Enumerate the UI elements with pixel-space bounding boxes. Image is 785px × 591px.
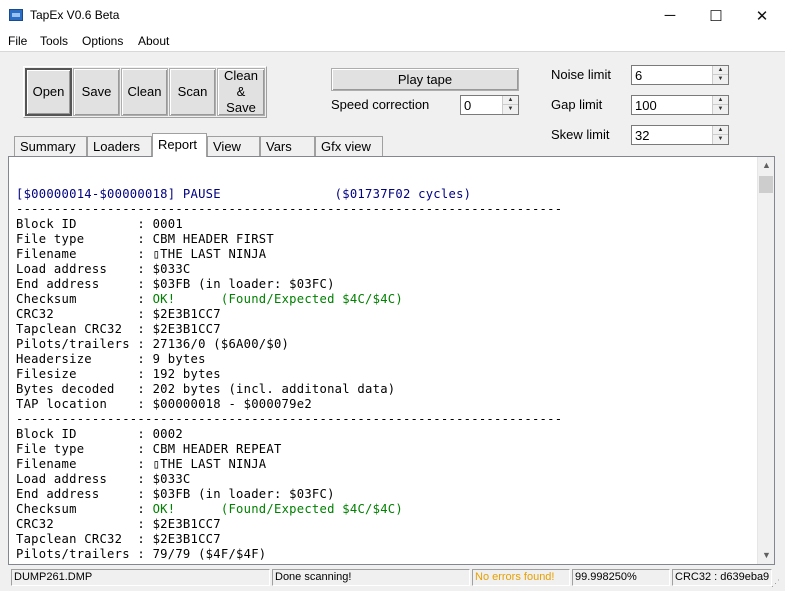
gap-limit-arrows[interactable]: ▲ ▼ — [712, 96, 728, 114]
tab-loaders[interactable]: Loaders — [87, 136, 152, 157]
resize-grip-icon[interactable]: ⋰ — [771, 578, 783, 590]
scroll-down-icon[interactable]: ▼ — [758, 547, 775, 564]
menu-about[interactable]: About — [138, 34, 169, 48]
clean-and-save-label-2: & — [236, 84, 246, 99]
report-line: Filename : ▯THE LAST NINJA — [16, 457, 267, 471]
tab-summary[interactable]: Summary — [14, 136, 87, 157]
speed-correction-stepper[interactable]: 0 ▲ ▼ — [460, 95, 519, 115]
skew-limit-arrows[interactable]: ▲ ▼ — [712, 126, 728, 144]
report-line: File type : CBM HEADER FIRST — [16, 232, 274, 246]
tab-gfx-view[interactable]: Gfx view — [315, 136, 383, 157]
spin-up-icon[interactable]: ▲ — [713, 66, 728, 75]
status-bar: DUMP261.DMP Done scanning! No errors fou… — [0, 567, 785, 591]
skew-limit-label: Skew limit — [551, 127, 610, 142]
report-line: Pilots/trailers : 79/79 ($4F/$4F) — [16, 547, 267, 561]
report-line — [16, 172, 756, 187]
menu-bar: File Tools Options About — [0, 31, 785, 51]
scroll-up-icon[interactable]: ▲ — [758, 157, 775, 174]
report-text[interactable]: [$00000014-$00000018] PAUSE ($01737F02 c… — [16, 157, 756, 564]
close-button[interactable]: ✕ — [739, 0, 785, 31]
report-line: Checksum : OK! (Found/Expected $4C/$4C) — [16, 292, 756, 307]
window-title: TapEx V0.6 Beta — [30, 8, 120, 22]
report-line: TAP location : $00000018 - $000079e2 — [16, 397, 312, 411]
minimize-icon: ─ — [664, 7, 676, 24]
report-line-ok: OK! (Found/Expected $4C/$4C) — [152, 502, 403, 516]
save-button[interactable]: Save — [73, 68, 120, 116]
play-tape-button[interactable]: Play tape — [331, 68, 519, 91]
noise-limit-arrows[interactable]: ▲ ▼ — [712, 66, 728, 84]
report-line-key: Checksum : — [16, 502, 153, 516]
scroll-thumb[interactable] — [759, 176, 773, 193]
status-percent: 99.998250% — [572, 569, 670, 586]
report-line: Pilots/trailers : 27136/0 ($6A00/$0) — [16, 337, 290, 351]
maximize-button[interactable]: ☐ — [693, 0, 739, 31]
vertical-scrollbar[interactable]: ▲ ▼ — [757, 157, 774, 564]
report-line: Tapclean CRC32 : $2E3B1CC7 — [16, 532, 221, 546]
menu-file[interactable]: File — [8, 34, 27, 48]
clean-and-save-button[interactable]: Clean & Save — [217, 68, 265, 116]
report-line-key: Checksum : — [16, 292, 153, 306]
tab-vars[interactable]: Vars — [260, 136, 315, 157]
spin-up-icon[interactable]: ▲ — [713, 96, 728, 105]
speed-correction-value[interactable]: 0 — [464, 98, 471, 113]
spin-up-icon[interactable]: ▲ — [713, 126, 728, 135]
gap-limit-stepper[interactable]: 100 ▲ ▼ — [631, 95, 729, 115]
status-file: DUMP261.DMP — [11, 569, 270, 586]
report-line: Block ID : 0002 — [16, 427, 183, 441]
spin-down-icon[interactable]: ▼ — [713, 135, 728, 144]
gap-limit-value[interactable]: 100 — [635, 98, 657, 113]
speed-correction-label: Speed correction — [331, 97, 430, 112]
report-line: Filesize : 192 bytes — [16, 367, 221, 381]
report-line: Load address : $033C — [16, 262, 191, 276]
skew-limit-stepper[interactable]: 32 ▲ ▼ — [631, 125, 729, 145]
open-button[interactable]: Open — [25, 68, 72, 116]
tab-view[interactable]: View — [207, 136, 260, 157]
noise-limit-stepper[interactable]: 6 ▲ ▼ — [631, 65, 729, 85]
report-line: End address : $03FB (in loader: $03FC) — [16, 487, 335, 501]
report-line: [$00000014-$00000018] PAUSE ($01737F02 c… — [16, 187, 472, 201]
spin-down-icon[interactable]: ▼ — [713, 105, 728, 114]
client-area: Open Save Clean Scan Clean & Save Play t… — [0, 51, 785, 591]
status-crc: CRC32 : d639eba9 — [672, 569, 772, 586]
speed-correction-arrows[interactable]: ▲ ▼ — [502, 96, 518, 114]
noise-limit-label: Noise limit — [551, 67, 611, 82]
spin-down-icon[interactable]: ▼ — [713, 75, 728, 84]
report-line: Load address : $033C — [16, 472, 191, 486]
skew-limit-value[interactable]: 32 — [635, 128, 649, 143]
report-line: Block ID : 0001 — [16, 217, 183, 231]
tab-report[interactable]: Report — [152, 133, 207, 157]
report-line: File type : CBM HEADER REPEAT — [16, 442, 282, 456]
report-panel[interactable]: [$00000014-$00000018] PAUSE ($01737F02 c… — [8, 156, 775, 565]
spin-up-icon[interactable]: ▲ — [503, 96, 518, 105]
menu-options[interactable]: Options — [82, 34, 123, 48]
app-icon — [9, 9, 23, 21]
close-icon: ✕ — [755, 7, 769, 25]
noise-limit-value[interactable]: 6 — [635, 68, 642, 83]
title-bar: TapEx V0.6 Beta ─ ☐ ✕ — [0, 0, 785, 31]
report-line: Headersize : 9 bytes — [16, 352, 206, 366]
report-line-ok: OK! (Found/Expected $4C/$4C) — [152, 292, 403, 306]
status-message: Done scanning! — [272, 569, 470, 586]
report-line: Tapclean CRC32 : $2E3B1CC7 — [16, 322, 221, 336]
clean-button[interactable]: Clean — [121, 68, 168, 116]
report-line: Filename : ▯THE LAST NINJA — [16, 247, 267, 261]
menu-tools[interactable]: Tools — [40, 34, 68, 48]
report-line: CRC32 : $2E3B1CC7 — [16, 517, 221, 531]
clean-and-save-label-3: Save — [226, 100, 256, 115]
report-line: End address : $03FB (in loader: $03FC) — [16, 277, 335, 291]
report-line: ----------------------------------------… — [16, 412, 563, 426]
clean-and-save-label-1: Clean — [224, 68, 258, 83]
report-line: CRC32 : $2E3B1CC7 — [16, 307, 221, 321]
report-line: Checksum : OK! (Found/Expected $4C/$4C) — [16, 502, 756, 517]
maximize-icon: ☐ — [709, 7, 723, 25]
scan-button[interactable]: Scan — [169, 68, 216, 116]
report-line — [16, 157, 756, 172]
spin-down-icon[interactable]: ▼ — [503, 105, 518, 114]
minimize-button[interactable]: ─ — [647, 0, 693, 31]
report-line: Bytes decoded : 202 bytes (incl. additon… — [16, 382, 396, 396]
report-line: ----------------------------------------… — [16, 202, 563, 216]
status-errors: No errors found! — [472, 569, 570, 586]
gap-limit-label: Gap limit — [551, 97, 603, 112]
